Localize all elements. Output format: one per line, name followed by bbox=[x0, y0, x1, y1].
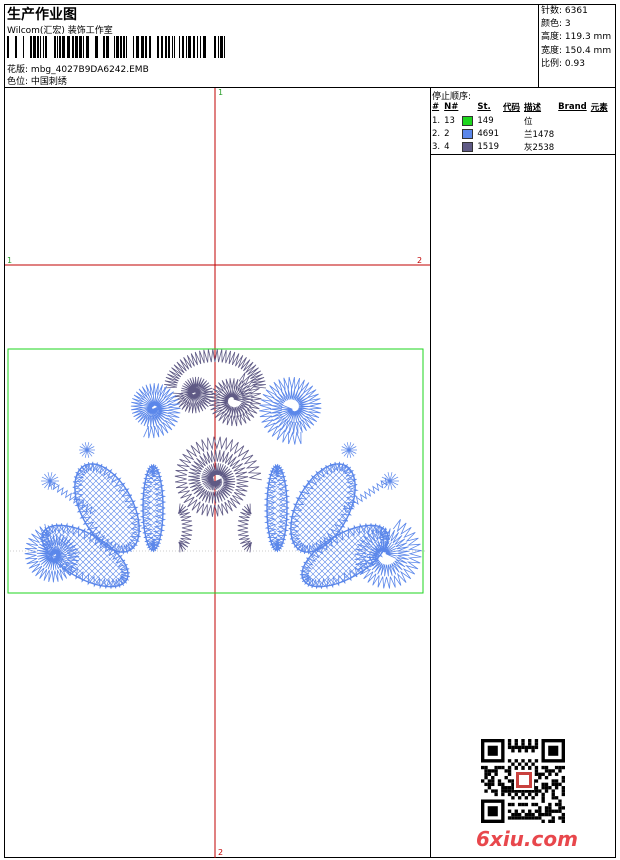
design-stats: 针数: 6361 颜色: 3 高度: 119.3 mm 宽度: 150.4 mm… bbox=[541, 5, 611, 71]
colorway-row: 色位: 中国刺绣 bbox=[7, 74, 67, 87]
stat-height: 高度: 119.3 mm bbox=[541, 32, 612, 43]
guide-label-right: 2 bbox=[417, 256, 422, 265]
panel-divider bbox=[430, 87, 431, 858]
barcode bbox=[7, 36, 225, 58]
table-row: 2. 2 4691 兰1478 bbox=[432, 128, 555, 140]
stat-colors: 颜色: 3 bbox=[541, 19, 571, 30]
col-header-description: 描述 bbox=[524, 103, 542, 113]
guide-label-left: 1 bbox=[7, 256, 12, 265]
company-name: Wilcom(汇宏) 装饰工作室 bbox=[7, 26, 113, 36]
col-header-element: 元素 bbox=[590, 103, 608, 113]
table-row: 3. 4 1519 灰2538 bbox=[432, 141, 555, 153]
col-header-code: 代码 bbox=[503, 103, 521, 113]
guide-label-top: 1 bbox=[218, 88, 223, 97]
col-header-stitches: St. bbox=[477, 102, 491, 112]
table-row: 1. 13 149 位 bbox=[432, 115, 533, 127]
col-header-swatch bbox=[462, 101, 477, 114]
color-swatch bbox=[462, 115, 474, 126]
embroidery-design-canvas: 1 2 1 2 bbox=[5, 88, 430, 858]
embroidery-motif bbox=[24, 348, 422, 600]
color-swatch bbox=[462, 128, 474, 139]
panel-table-divider bbox=[430, 154, 616, 155]
color-sequence-table: # N# St. 代码 描述 Brand 元素 1. 13 149 位 2. 2… bbox=[432, 101, 612, 153]
page-title: 生产作业图 bbox=[7, 7, 77, 23]
col-header-index: # bbox=[432, 102, 440, 112]
col-header-brand: Brand bbox=[558, 102, 587, 112]
table-header-row: # N# St. 代码 描述 Brand 元素 bbox=[432, 101, 612, 114]
color-swatch bbox=[462, 141, 474, 152]
stat-scale: 比例: 0.93 bbox=[541, 58, 585, 69]
guide-label-bottom: 2 bbox=[218, 848, 223, 857]
stat-width: 宽度: 150.4 mm bbox=[541, 45, 612, 56]
watermark-text: 6xiu.com bbox=[476, 827, 578, 851]
colorway-name: 中国刺绣 bbox=[30, 77, 67, 87]
col-header-needle: N# bbox=[444, 102, 459, 112]
stat-stitches: 针数: 6361 bbox=[541, 6, 588, 16]
colorway-label: 色位: bbox=[7, 77, 29, 87]
qr-code bbox=[481, 739, 565, 823]
header-stats-divider bbox=[538, 4, 539, 88]
